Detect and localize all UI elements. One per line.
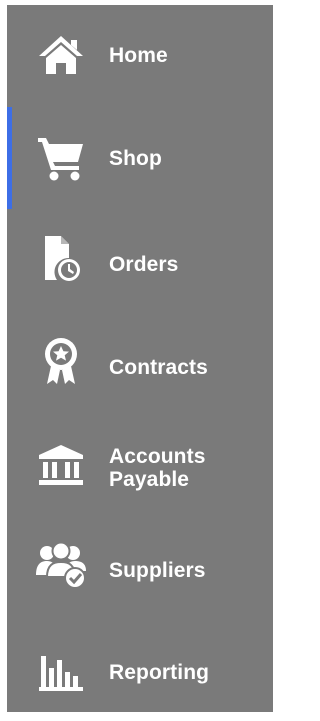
bank-icon xyxy=(35,439,87,491)
sidebar-item-label: Contracts xyxy=(109,356,208,379)
sidebar-item-label: Suppliers xyxy=(109,559,206,582)
sidebar-item-orders[interactable]: Orders xyxy=(7,209,273,311)
sidebar-item-home[interactable]: Home xyxy=(7,5,273,107)
sidebar-item-suppliers[interactable]: Suppliers xyxy=(7,515,273,617)
cart-icon xyxy=(35,132,87,184)
active-indicator xyxy=(7,107,12,209)
bar-chart-icon xyxy=(35,645,87,697)
sidebar-item-label: Shop xyxy=(109,147,162,170)
sidebar-item-label: Home xyxy=(109,44,168,67)
sidebar-item-label: Accounts Payable xyxy=(109,445,206,491)
sidebar-nav: Home Shop Orders Contracts Accounts Paya… xyxy=(7,5,273,712)
sidebar-item-label: Orders xyxy=(109,253,179,276)
home-icon xyxy=(35,29,87,81)
sidebar-item-reporting[interactable]: Reporting xyxy=(7,617,273,719)
users-check-icon xyxy=(35,539,87,591)
award-ribbon-icon xyxy=(35,335,87,387)
sidebar-item-accounts-payable[interactable]: Accounts Payable xyxy=(7,413,273,515)
sidebar-item-contracts[interactable]: Contracts xyxy=(7,311,273,413)
sidebar-item-label: Reporting xyxy=(109,661,210,684)
document-clock-icon xyxy=(35,233,87,285)
sidebar-item-shop[interactable]: Shop xyxy=(7,107,273,209)
